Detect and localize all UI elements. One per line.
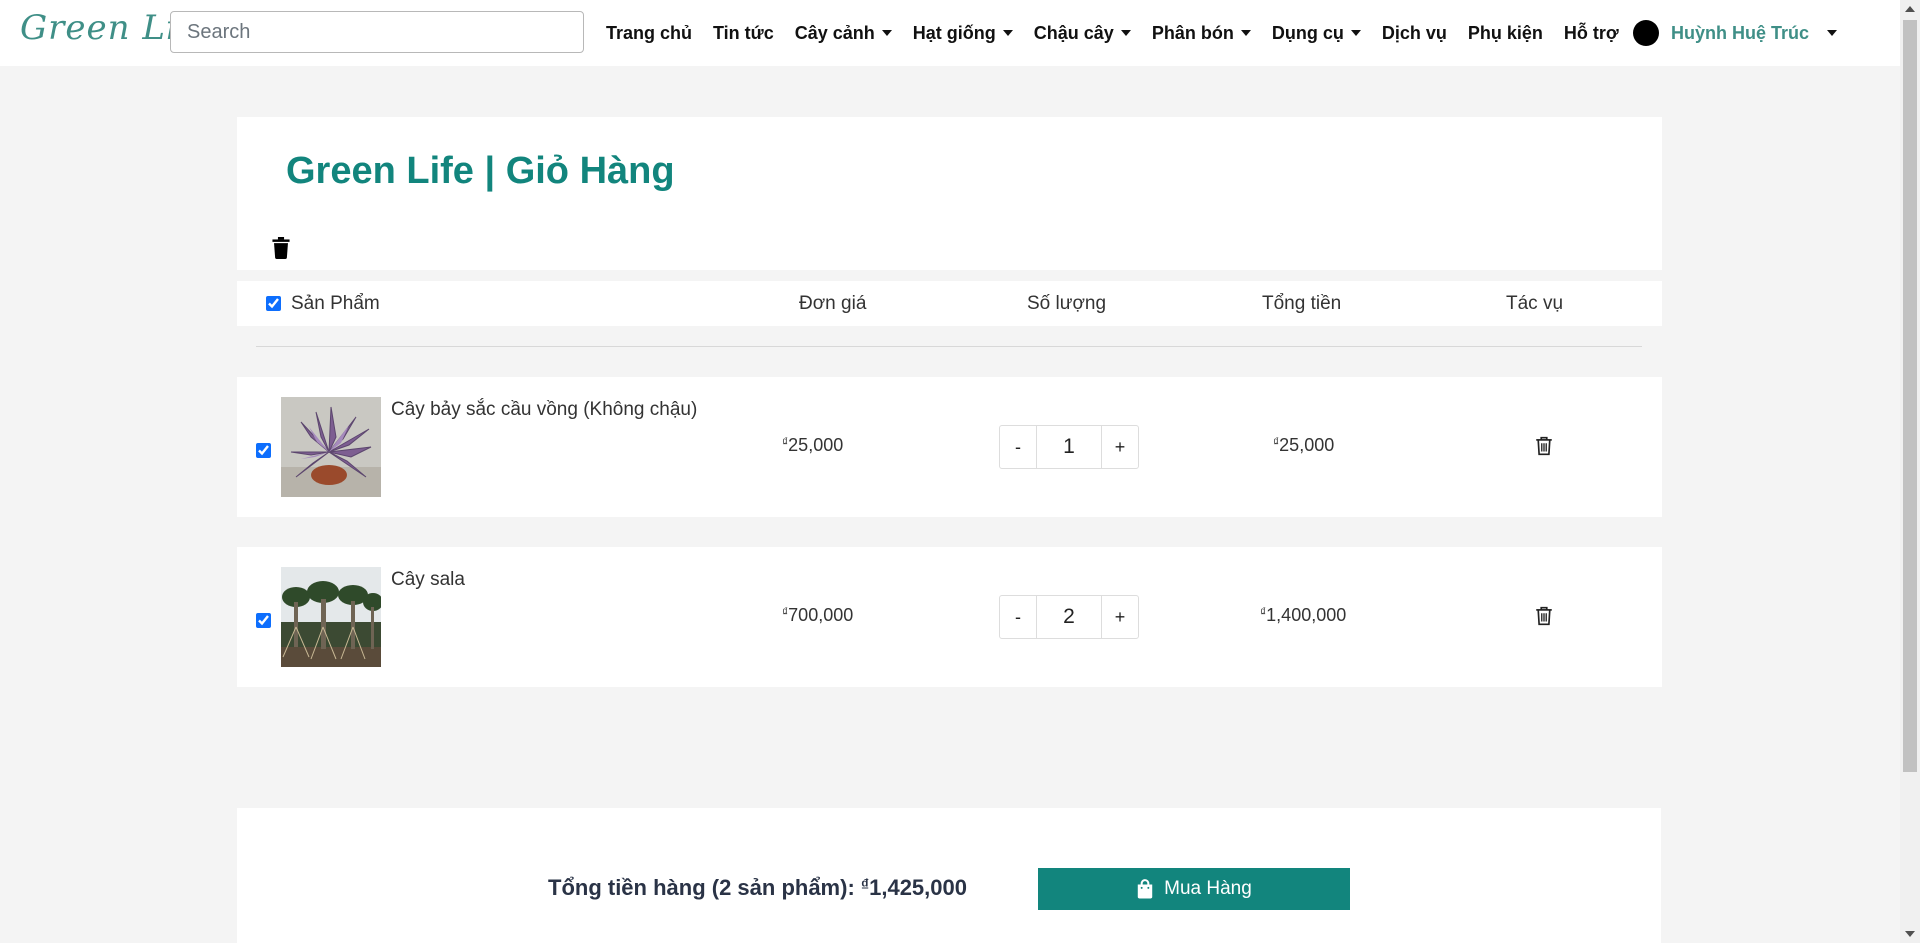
cart-header-row: Sản Phẩm Đơn giá Số lượng Tổng tiền Tác … [237,281,1662,326]
unit-price: ₫25,000 [782,435,844,455]
caret-down-icon [1120,30,1131,36]
caret-down-icon [1350,30,1361,36]
item-checkbox[interactable] [256,613,271,628]
divider [256,346,1642,347]
nav-item-trang-chu[interactable]: Trang chủ [606,23,692,44]
caret-down-icon [1002,30,1013,36]
select-all-checkbox[interactable] [266,296,281,311]
navbar: Green Life Trang chủ Tin tức Cây cảnh Hạ… [0,0,1900,66]
unit-price: ₫700,000 [782,605,854,625]
nav-item-ho-tro[interactable]: Hỗ trợ [1564,23,1619,44]
nav-item-phan-bon[interactable]: Phân bón [1152,23,1251,44]
line-total: ₫25,000 [1273,435,1335,455]
cart-summary-panel: Tổng tiền hàng (2 sản phẩm): ₫1,425,000 … [237,808,1661,943]
product-image[interactable] [281,397,381,497]
quantity-decrease-button[interactable]: - [999,425,1037,469]
quantity-value[interactable]: 2 [1037,595,1101,639]
shopping-bag-icon [1137,879,1153,899]
column-header-quantity: Số lượng [1027,293,1107,314]
quantity-value[interactable]: 1 [1037,425,1101,469]
cart-total-text: Tổng tiền hàng (2 sản phẩm): ₫1,425,000 [548,875,967,900]
user-name: Huỳnh Huệ Trúc [1671,22,1810,43]
buy-button[interactable]: Mua Hàng [1038,868,1350,910]
product-name[interactable]: Cây bảy sắc cầu vồng (Không chậu) [391,399,697,421]
page-title: Green Life | Giỏ Hàng [286,150,675,192]
user-menu[interactable]: Huỳnh Huệ Trúc [1633,0,1838,66]
column-header-unit-price: Đơn giá [799,293,867,314]
trash-outline-icon[interactable] [1535,606,1553,626]
product-name[interactable]: Cây sala [391,569,465,591]
nav-item-chau-cay[interactable]: Chậu cây [1034,23,1131,44]
search-input[interactable] [170,11,584,53]
nav-item-tin-tuc[interactable]: Tin tức [713,23,774,44]
nav-item-phu-kien[interactable]: Phụ kiện [1468,23,1543,44]
cart-title-panel: Green Life | Giỏ Hàng [237,117,1662,270]
quantity-increase-button[interactable]: + [1101,595,1139,639]
cart-total-amount: 1,425,000 [869,875,967,900]
item-checkbox[interactable] [256,443,271,458]
scroll-thumb[interactable] [1903,20,1917,772]
trash-outline-icon[interactable] [1535,436,1553,456]
caret-down-icon [1827,30,1838,36]
product-image[interactable] [281,567,381,667]
line-total: ₫1,400,000 [1260,605,1347,625]
scroll-up-icon[interactable] [1905,6,1915,12]
cart-item-row: Cây bảy sắc cầu vồng (Không chậu) ₫25,00… [237,377,1662,517]
quantity-decrease-button[interactable]: - [999,595,1037,639]
column-header-total: Tổng tiền [1262,293,1342,314]
quantity-stepper: - 2 + [999,595,1139,639]
page-scrollbar[interactable] [1900,0,1920,943]
cart-item-row: Cây sala ₫700,000 - 2 + ₫1,400,000 [237,547,1662,687]
scroll-down-icon[interactable] [1905,931,1915,937]
nav-item-dich-vu[interactable]: Dịch vụ [1382,23,1447,44]
caret-down-icon [1240,30,1251,36]
main-nav: Trang chủ Tin tức Cây cảnh Hạt giống Chậ… [606,0,1640,66]
purple-plant-photo-icon [281,397,381,497]
delete-all-trash-icon[interactable] [271,237,291,259]
quantity-stepper: - 1 + [999,425,1139,469]
caret-down-icon [881,30,892,36]
nav-item-cay-canh[interactable]: Cây cảnh [795,23,892,44]
quantity-increase-button[interactable]: + [1101,425,1139,469]
nav-item-hat-giong[interactable]: Hạt giống [913,23,1013,44]
column-header-product: Sản Phẩm [291,293,380,314]
sala-trees-photo-icon [281,567,381,667]
nav-item-dung-cu[interactable]: Dụng cụ [1272,23,1361,44]
avatar [1633,20,1659,46]
column-header-actions: Tác vụ [1506,293,1564,314]
